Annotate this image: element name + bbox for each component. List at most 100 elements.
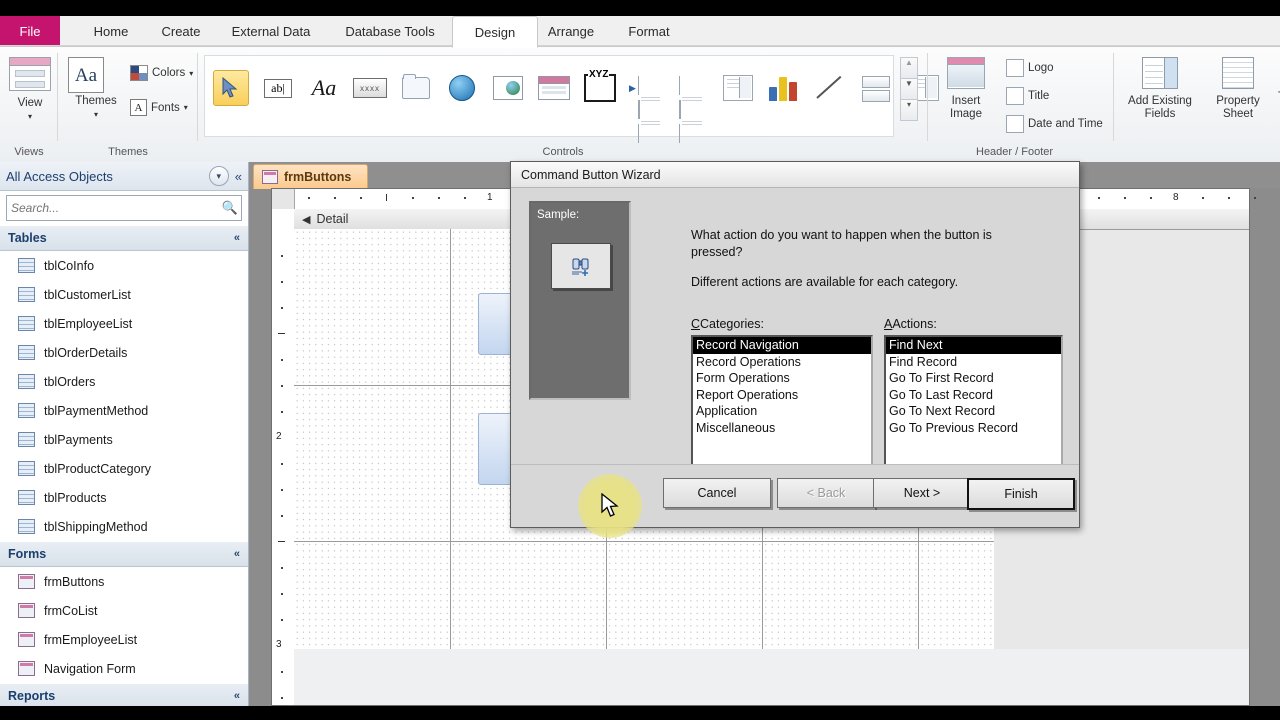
nav-item-frmemployeelist[interactable]: frmEmployeeList bbox=[0, 625, 248, 654]
scroll-up-icon[interactable]: ▲ bbox=[900, 57, 918, 79]
chevron-up-icon[interactable]: « bbox=[234, 232, 240, 244]
fonts-button[interactable]: A Fonts ▾ bbox=[130, 99, 188, 116]
list-box-tool-icon[interactable] bbox=[675, 71, 709, 143]
property-sheet-button[interactable]: Property Sheet bbox=[1208, 57, 1268, 121]
category-item[interactable]: Form Operations bbox=[693, 370, 871, 387]
nav-item-tblproducts[interactable]: tblProducts bbox=[0, 483, 248, 512]
insert-image-button[interactable]: Insert Image bbox=[936, 57, 996, 121]
nav-item-tblpayments[interactable]: tblPayments bbox=[0, 425, 248, 454]
add-existing-fields-button[interactable]: Add Existing Fields bbox=[1118, 57, 1202, 121]
combo-box-tool-icon[interactable] bbox=[721, 71, 755, 105]
chevron-up-icon[interactable]: « bbox=[234, 690, 240, 702]
search-icon[interactable]: 🔍 bbox=[219, 200, 241, 216]
nav-group-header-forms[interactable]: Forms « bbox=[0, 541, 248, 567]
add-fields-icon bbox=[1142, 57, 1178, 89]
tab-order-label: Ta Or bbox=[1272, 91, 1280, 104]
nav-item-tblemployeelist[interactable]: tblEmployeeList bbox=[0, 309, 248, 338]
page-break-tool-icon[interactable] bbox=[859, 71, 893, 105]
nav-item-tblshippingmethod[interactable]: tblShippingMethod bbox=[0, 512, 248, 541]
nav-item-tblcustomerlist[interactable]: tblCustomerList bbox=[0, 280, 248, 309]
category-item[interactable]: Record Operations bbox=[693, 354, 871, 371]
action-item[interactable]: Go To Last Record bbox=[886, 387, 1061, 404]
nav-item-frmcolist[interactable]: frmCoList bbox=[0, 596, 248, 625]
form-icon bbox=[18, 661, 35, 676]
action-item[interactable]: Go To Previous Record bbox=[886, 420, 1061, 437]
action-item[interactable]: Go To First Record bbox=[886, 370, 1061, 387]
back-button[interactable]: < Back bbox=[777, 478, 875, 508]
category-item[interactable]: Report Operations bbox=[693, 387, 871, 404]
button-tool-icon[interactable]: xxxx bbox=[353, 71, 387, 105]
tab-external-data[interactable]: External Data bbox=[206, 16, 336, 46]
nav-item-tblorders[interactable]: tblOrders bbox=[0, 367, 248, 396]
nav-item-navigation-form[interactable]: Navigation Form bbox=[0, 654, 248, 683]
nav-item-frmbuttons[interactable]: frmButtons bbox=[0, 567, 248, 596]
category-item[interactable]: Miscellaneous bbox=[693, 420, 871, 437]
scroll-down-icon[interactable]: ▼ bbox=[900, 79, 918, 100]
finish-button[interactable]: Finish bbox=[967, 478, 1075, 510]
controls-gallery-scroll[interactable]: ▲ ▼ ▾ bbox=[900, 57, 918, 121]
tab-database-tools[interactable]: Database Tools bbox=[322, 16, 458, 46]
ruler-corner bbox=[272, 189, 295, 209]
nav-item-tblorderdetails[interactable]: tblOrderDetails bbox=[0, 338, 248, 367]
dialog-title-bar: Command Button Wizard bbox=[511, 162, 1079, 188]
hyperlink-tool-icon[interactable] bbox=[445, 71, 479, 105]
option-group-tool-icon[interactable]: ▶ bbox=[629, 71, 663, 143]
unbound-object-tool-icon[interactable]: XYZ bbox=[583, 69, 617, 105]
label-tool-icon[interactable]: Aa bbox=[307, 71, 341, 105]
category-item[interactable]: Record Navigation bbox=[693, 337, 871, 354]
nav-item-tblpaymentmethod[interactable]: tblPaymentMethod bbox=[0, 396, 248, 425]
title-label: Title bbox=[1028, 90, 1050, 102]
collapse-pane-icon[interactable]: « bbox=[235, 169, 242, 184]
tab-format[interactable]: Format bbox=[606, 16, 692, 46]
date-time-label: Date and Time bbox=[1028, 118, 1103, 130]
canvas-empty-area[interactable] bbox=[294, 649, 1249, 705]
textbox-tool-icon[interactable]: ab| bbox=[261, 71, 295, 105]
chevron-down-icon[interactable]: ▾ bbox=[189, 69, 193, 78]
ribbon-group-controls: ab| Aa xxxx XYZ ▶ ▲ ▼ ▾ Controls bbox=[198, 49, 939, 159]
view-button[interactable]: View ▾ bbox=[8, 57, 52, 123]
nav-group-header-tables[interactable]: Tables « bbox=[0, 225, 248, 251]
ribbon-group-views: View ▾ Views bbox=[0, 49, 58, 159]
colors-button[interactable]: Colors ▾ bbox=[130, 65, 193, 81]
document-tab-frmbuttons[interactable]: frmButtons bbox=[253, 164, 369, 189]
search-input[interactable] bbox=[7, 200, 219, 216]
tab-control-tool-icon[interactable] bbox=[399, 71, 433, 105]
search-box[interactable]: 🔍 bbox=[6, 195, 242, 221]
title-button[interactable]: Title bbox=[1006, 87, 1049, 105]
cancel-button[interactable]: Cancel bbox=[663, 478, 771, 508]
actions-listbox[interactable]: Find Next Find Record Go To First Record… bbox=[884, 335, 1063, 482]
view-button-label: View bbox=[17, 97, 43, 109]
category-item[interactable]: Application bbox=[693, 403, 871, 420]
web-browser-tool-icon[interactable] bbox=[491, 71, 525, 105]
categories-label: CCategories: bbox=[691, 317, 764, 331]
action-item[interactable]: Find Record bbox=[886, 354, 1061, 371]
tab-design[interactable]: Design bbox=[452, 16, 538, 48]
nav-group-header-reports[interactable]: Reports « bbox=[0, 683, 248, 706]
table-icon bbox=[18, 403, 35, 418]
form-icon bbox=[18, 603, 35, 618]
gallery-more-icon[interactable]: ▾ bbox=[900, 100, 918, 121]
navigation-control-tool-icon[interactable] bbox=[537, 71, 571, 105]
date-time-button[interactable]: Date and Time bbox=[1006, 115, 1103, 133]
action-item[interactable]: Find Next bbox=[886, 337, 1061, 354]
chevron-up-icon[interactable]: « bbox=[234, 548, 240, 560]
action-item[interactable]: Go To Next Record bbox=[886, 403, 1061, 420]
line-tool-icon[interactable] bbox=[813, 71, 847, 105]
chart-tool-icon[interactable] bbox=[767, 71, 801, 105]
tab-arrange[interactable]: Arrange bbox=[528, 16, 614, 46]
navigation-pane-menu-icon[interactable]: ▾ bbox=[208, 166, 229, 186]
categories-listbox[interactable]: Record Navigation Record Operations Form… bbox=[691, 335, 873, 482]
logo-button[interactable]: Logo bbox=[1006, 59, 1054, 77]
controls-gallery[interactable]: ab| Aa xxxx XYZ ▶ bbox=[204, 55, 939, 143]
tab-order-button[interactable]: Ta Or bbox=[1272, 57, 1280, 104]
nav-item-tblproductcategory[interactable]: tblProductCategory bbox=[0, 454, 248, 483]
select-tool-icon[interactable] bbox=[213, 70, 249, 106]
next-button[interactable]: Next > bbox=[873, 478, 971, 508]
tab-file[interactable]: File bbox=[0, 16, 60, 46]
chevron-down-icon[interactable]: ▾ bbox=[68, 108, 124, 121]
themes-button[interactable]: Aa Themes ▾ bbox=[68, 57, 124, 121]
nav-item-tblcoinfo[interactable]: tblCoInfo bbox=[0, 251, 248, 280]
chevron-down-icon[interactable]: ▾ bbox=[8, 110, 52, 123]
chevron-down-icon[interactable]: ▾ bbox=[184, 103, 188, 112]
nav-item-label: tblProductCategory bbox=[44, 461, 152, 476]
